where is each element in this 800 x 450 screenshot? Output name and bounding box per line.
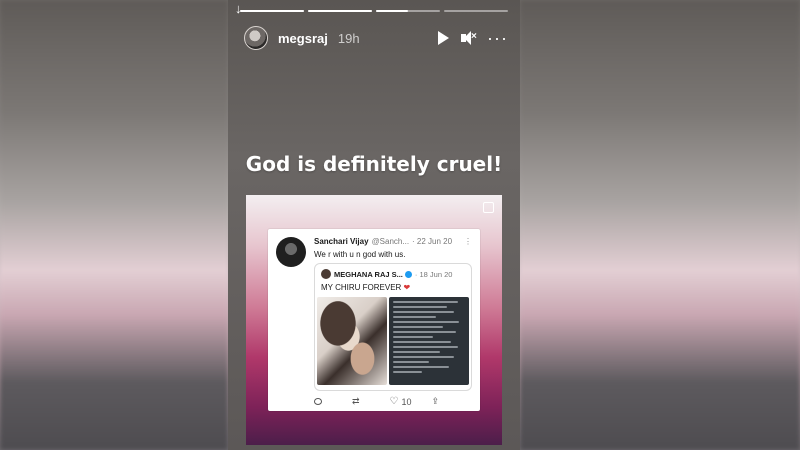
shared-post-card[interactable]: Sanchari Vijay @Sanch... · 22 Jun 20 ⋮ W… (246, 195, 502, 445)
story-caption: God is definitely cruel! (245, 152, 503, 176)
quoted-tweet-body: MY CHIRU FOREVER (321, 283, 402, 292)
mute-icon[interactable]: × (461, 31, 477, 45)
tweet-date: · 22 Jun 20 (412, 237, 453, 246)
avatar[interactable] (244, 26, 268, 50)
story-controls: × ··· (438, 29, 508, 47)
tweet-text: We r with u n god with us. (314, 250, 406, 259)
story-header: megsraj 19h × ··· (244, 25, 508, 51)
reply-icon (314, 398, 322, 405)
progress-fill (376, 10, 408, 12)
avatar (321, 269, 331, 279)
play-icon[interactable] (438, 31, 450, 45)
progress-segment (308, 10, 372, 12)
story-viewer: ↓ megsraj 19h × ··· God is definitely cr… (228, 0, 520, 450)
progress-segment (376, 10, 440, 12)
like-count: 10 (401, 396, 412, 407)
share-icon: ⇪ (431, 396, 440, 406)
copy-icon[interactable] (483, 202, 494, 213)
quoted-tweet-header: MEGHANA RAJ S... · 18 Jun 20 (321, 269, 467, 279)
tweet-author-name: Sanchari Vijay (314, 237, 369, 246)
tweet-menu-icon: ⋮ (464, 237, 472, 246)
quoted-tweet: MEGHANA RAJ S... · 18 Jun 20 MY CHIRU FO… (314, 263, 472, 391)
quoted-author-name: MEGHANA RAJ S... (334, 269, 403, 279)
more-icon[interactable]: ··· (487, 29, 508, 47)
progress-segment (444, 10, 508, 12)
username[interactable]: megsraj (278, 31, 328, 46)
progress-fill (308, 10, 372, 12)
verified-icon (404, 270, 412, 278)
progress-segment (240, 10, 304, 12)
story-progress-bar (240, 10, 508, 13)
avatar (276, 237, 306, 267)
like-action: ♡ 10 (390, 396, 412, 407)
tweet-screenshot: Sanchari Vijay @Sanch... · 22 Jun 20 ⋮ W… (268, 229, 480, 411)
background-blur-left (0, 0, 228, 450)
like-icon: ♡ (389, 396, 399, 407)
retweet-icon: ⇄ (352, 396, 360, 406)
couple-photo (317, 297, 387, 385)
arrow-down-icon: ↓ (235, 1, 242, 16)
text-screenshot-image (389, 297, 469, 385)
progress-fill (240, 10, 304, 12)
tweet-actions: ⇄ ♡ 10 ⇪ (314, 396, 466, 407)
tweet-header: Sanchari Vijay @Sanch... · 22 Jun 20 ⋮ (314, 237, 472, 246)
background-blur-right (520, 0, 800, 450)
tweet-author-handle: @Sanch... (371, 237, 410, 246)
time-ago: 19h (337, 30, 360, 46)
quoted-tweet-text: MY CHIRU FOREVER ❤ (321, 283, 410, 292)
quoted-tweet-date: · 18 Jun 20 (414, 269, 453, 279)
heart-icon: ❤ (403, 283, 411, 292)
